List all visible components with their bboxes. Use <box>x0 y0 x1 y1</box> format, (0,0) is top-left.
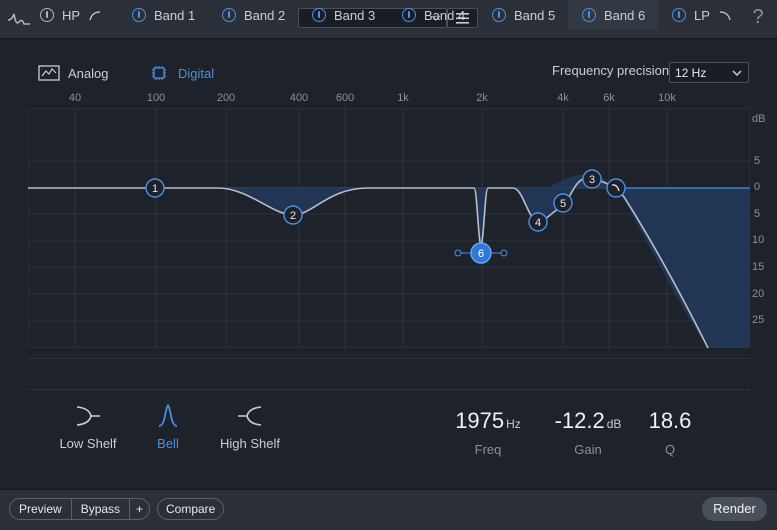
tab-hp-label: HP <box>62 7 81 23</box>
svg-text:5: 5 <box>560 198 566 210</box>
freq-tick-label: 600 <box>335 92 355 104</box>
q-param[interactable]: 18.6 Q <box>640 408 700 457</box>
low-shelf-icon <box>76 406 100 426</box>
eq-logo-icon <box>7 13 30 25</box>
tab-hp[interactable]: HP <box>40 0 120 30</box>
gain-label: Gain <box>574 442 602 457</box>
power-icon[interactable] <box>672 8 686 22</box>
preview-bypass-group: Preview Bypass + <box>9 498 151 520</box>
frequency-precision-dropdown[interactable]: 12 Hz <box>669 62 749 83</box>
power-icon[interactable] <box>132 8 146 22</box>
bypass-button[interactable]: Bypass <box>72 499 131 519</box>
shape-bell-label: Bell <box>157 436 179 451</box>
bell-icon <box>158 404 178 427</box>
power-icon[interactable] <box>402 8 416 22</box>
q-handle-right[interactable] <box>500 249 508 257</box>
freq-tick-label: 400 <box>289 92 309 104</box>
compare-button[interactable]: Compare <box>157 498 225 520</box>
analog-mode-icon <box>38 65 60 81</box>
db-unit-label: dB <box>752 113 766 125</box>
db-tick-label: 0 <box>754 181 761 193</box>
band-tab-bar <box>28 358 750 390</box>
db-tick-label: 15 <box>752 261 765 273</box>
db-tick-label: 5 <box>754 155 761 167</box>
svg-text:2: 2 <box>290 210 296 222</box>
digital-chip-icon <box>152 66 166 80</box>
shape-high-shelf-label: High Shelf <box>220 436 280 451</box>
db-tick-label: 25 <box>752 314 765 326</box>
q-handle-left[interactable] <box>454 249 462 257</box>
tab-band-2[interactable]: Band 2 <box>222 0 307 30</box>
frequency-precision-value: 12 Hz <box>675 66 707 80</box>
lowpass-icon <box>719 11 731 21</box>
freq-label: Freq <box>474 442 502 457</box>
band-node-4[interactable]: 4 <box>528 212 548 232</box>
mode-analog-option[interactable]: Analog <box>38 62 108 84</box>
svg-text:3: 3 <box>589 174 595 186</box>
tab-band-6-label: Band 6 <box>604 7 646 23</box>
band-node-5[interactable]: 5 <box>553 193 573 213</box>
band-node-2[interactable]: 2 <box>283 205 303 225</box>
db-tick-label: 5 <box>754 208 761 220</box>
shape-low-shelf-label: Low Shelf <box>59 436 117 451</box>
freq-value[interactable]: 1975 <box>455 408 504 433</box>
tab-band-5[interactable]: Band 5 <box>492 0 577 30</box>
help-button[interactable]: ? <box>748 6 768 30</box>
frequency-precision-label: Frequency precision <box>552 63 670 78</box>
high-shelf-icon <box>238 406 262 426</box>
band-node-3[interactable]: 3 <box>582 169 602 189</box>
power-icon[interactable] <box>582 8 596 22</box>
db-tick-label: 10 <box>752 234 765 246</box>
lowpass-node[interactable] <box>606 178 626 198</box>
db-tick-label: 20 <box>752 288 765 300</box>
tab-band-4[interactable]: Band 4 <box>402 0 487 30</box>
power-icon[interactable] <box>222 8 236 22</box>
svg-text:4: 4 <box>535 217 541 229</box>
q-label: Q <box>664 442 676 457</box>
gain-param[interactable]: -12.2 dB Gain <box>548 408 628 457</box>
mode-analog-label: Analog <box>68 65 109 81</box>
chevron-down-icon <box>732 70 742 77</box>
tab-band-3[interactable]: Band 3 <box>312 0 397 30</box>
freq-tick-label: 4k <box>557 92 569 104</box>
freq-unit: Hz <box>506 417 521 431</box>
tab-lp-label: LP <box>694 7 710 23</box>
tab-band-1[interactable]: Band 1 <box>132 0 217 30</box>
freq-tick-label: 40 <box>68 92 82 104</box>
render-button[interactable]: Render <box>702 497 767 521</box>
eq-graph[interactable]: 1 2 3 4 5 6 <box>28 108 750 348</box>
svg-text:6: 6 <box>478 248 484 260</box>
mode-digital-option[interactable]: Digital <box>148 62 214 84</box>
shape-high-shelf-button[interactable]: High Shelf <box>210 402 290 462</box>
freq-tick-label: 10k <box>658 92 676 104</box>
tab-band-4-label: Band 4 <box>424 7 466 23</box>
band-node-6[interactable]: 6 <box>470 242 492 264</box>
gain-value[interactable]: -12.2 <box>555 408 605 433</box>
shape-bell-button[interactable]: Bell <box>128 402 208 462</box>
preview-button[interactable]: Preview <box>10 499 72 519</box>
tab-band-5-label: Band 5 <box>514 7 556 23</box>
svg-text:1: 1 <box>152 183 158 195</box>
freq-param[interactable]: 1975 Hz Freq <box>448 408 528 457</box>
mode-digital-label: Digital <box>178 65 215 81</box>
shape-low-shelf-button[interactable]: Low Shelf <box>48 402 128 462</box>
tab-band-6[interactable]: Band 6 <box>568 0 658 30</box>
tab-band-2-label: Band 2 <box>244 7 286 23</box>
power-icon[interactable] <box>492 8 506 22</box>
add-bypass-button[interactable]: + <box>130 499 149 519</box>
power-icon[interactable] <box>312 8 326 22</box>
tab-band-1-label: Band 1 <box>154 7 196 23</box>
power-icon[interactable] <box>40 8 54 22</box>
q-value[interactable]: 18.6 <box>649 408 692 433</box>
freq-tick-label: 200 <box>216 92 236 104</box>
highpass-icon <box>89 11 101 21</box>
tab-lp[interactable]: LP <box>672 0 742 30</box>
band-node-1[interactable]: 1 <box>145 178 165 198</box>
gain-unit: dB <box>606 417 622 431</box>
freq-tick-label: 2k <box>476 92 488 104</box>
tab-band-3-label: Band 3 <box>334 7 376 23</box>
freq-tick-label: 100 <box>146 92 166 104</box>
freq-tick-label: 6k <box>603 92 615 104</box>
freq-tick-label: 1k <box>397 92 409 104</box>
